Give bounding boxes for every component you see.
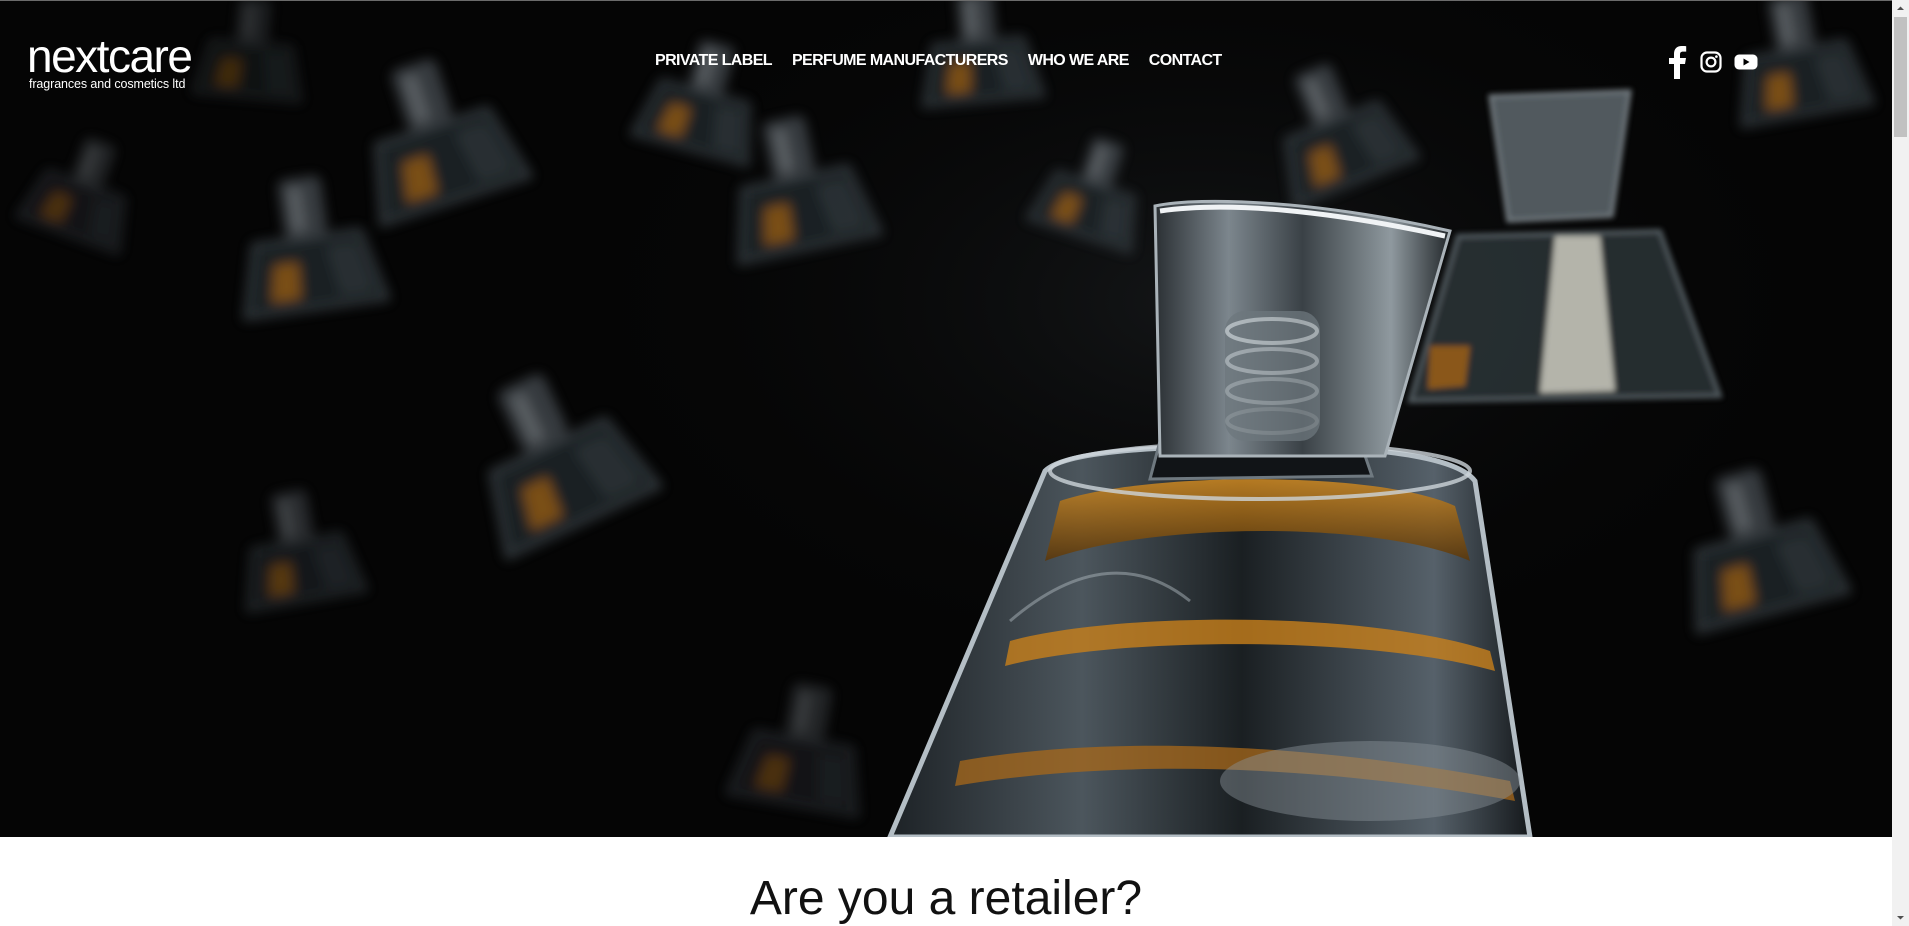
viewport-content: nextcare fragrances and cosmetics ltd PR… (0, 0, 1892, 926)
page-scrollbar[interactable] (1892, 0, 1909, 926)
retailer-section: Are you a retailer? (0, 837, 1892, 926)
hero-banner (0, 1, 1892, 837)
facebook-icon[interactable] (1666, 45, 1688, 84)
hero-image (0, 1, 1892, 837)
retailer-heading: Are you a retailer? (749, 872, 1143, 925)
logo-wordmark: nextcare (27, 30, 193, 82)
site-header: nextcare fragrances and cosmetics ltd PR… (0, 1, 1892, 121)
instagram-icon[interactable] (1700, 51, 1722, 78)
scroll-down-arrow-icon[interactable] (1892, 909, 1909, 926)
logo-tagline: fragrances and cosmetics ltd (29, 77, 186, 91)
nav-item-who-we-are[interactable]: WHO WE ARE (1028, 51, 1130, 71)
page: nextcare fragrances and cosmetics ltd PR… (0, 0, 1909, 926)
youtube-icon[interactable] (1734, 53, 1758, 76)
scroll-up-arrow-icon[interactable] (1892, 0, 1909, 17)
site-logo[interactable]: nextcare fragrances and cosmetics ltd (27, 30, 193, 91)
nav-item-perfume-manufacturers[interactable]: PERFUME MANUFACTURERS (792, 51, 1008, 71)
nav-item-contact[interactable]: CONTACT (1149, 51, 1222, 71)
main-nav: PRIVATE LABEL PERFUME MANUFACTURERS WHO … (655, 51, 1222, 71)
nav-item-private-label[interactable]: PRIVATE LABEL (655, 51, 773, 71)
scrollbar-thumb[interactable] (1894, 17, 1907, 137)
social-links (1666, 45, 1758, 84)
